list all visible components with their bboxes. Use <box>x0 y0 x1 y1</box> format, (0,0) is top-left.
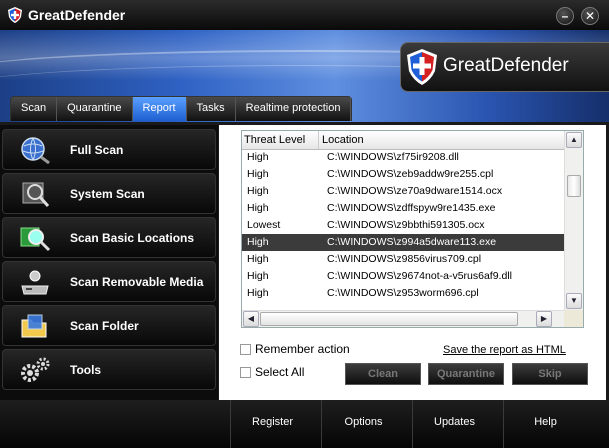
shield-logo-icon <box>8 7 22 23</box>
threat-location: C:\WINDOWS\zeb9addw9re255.cpl <box>327 168 494 180</box>
column-header-location[interactable]: Location <box>319 131 364 149</box>
threat-level: High <box>247 236 269 248</box>
scroll-left-button[interactable]: ◀ <box>243 311 259 327</box>
threat-location: C:\WINDOWS\z9674not-a-v5rus6af9.dll <box>327 270 512 282</box>
threat-location: C:\WINDOWS\z9bbthi591305.ocx <box>327 219 485 231</box>
list-rows: High C:\WINDOWS\zf75ir9208.dll High C:\W… <box>242 149 564 313</box>
shield-logo-icon <box>407 49 437 85</box>
system-magnifier-icon <box>22 182 50 207</box>
quarantine-button[interactable]: Quarantine <box>428 363 504 385</box>
sidebar-item-label: Full Scan <box>70 143 124 157</box>
sidebar-item-tools[interactable]: Tools <box>2 349 216 390</box>
threat-level: High <box>247 253 269 265</box>
threat-location: C:\WINDOWS\ze70a9dware1514.ocx <box>327 185 503 197</box>
globe-magnifier-icon <box>21 137 50 164</box>
sidebar-item-label: Tools <box>70 363 102 377</box>
table-row[interactable]: High C:\WINDOWS\zdffspyw9re1435.exe <box>242 200 564 217</box>
horizontal-scroll-thumb[interactable] <box>260 312 518 326</box>
threat-location: C:\WINDOWS\zf75ir9208.dll <box>327 151 459 163</box>
gears-icon <box>21 357 50 382</box>
removable-drive-icon <box>21 270 49 295</box>
table-row[interactable]: High C:\WINDOWS\zeb9addw9re255.cpl <box>242 166 564 183</box>
select-all-checkbox[interactable] <box>240 367 251 378</box>
column-header-threat-level[interactable]: Threat Level <box>242 131 319 149</box>
updates-button[interactable]: Updates <box>412 400 496 448</box>
vertical-scroll-thumb[interactable] <box>567 175 581 197</box>
scroll-corner <box>564 310 583 327</box>
sidebar-item-full-scan[interactable]: Full Scan <box>2 129 216 170</box>
select-all-label: Select All <box>255 365 305 379</box>
footer-bar: Register Options Updates Help <box>0 400 609 448</box>
sidebar-item-label: Scan Folder <box>70 319 139 333</box>
sidebar-item-label: System Scan <box>70 187 145 201</box>
threat-level: High <box>247 202 269 214</box>
sidebar-item-scan-basic-locations[interactable]: Scan Basic Locations <box>2 217 216 258</box>
folder-icon <box>21 314 47 338</box>
threat-level: Lowest <box>247 219 281 231</box>
header-banner: GreatDefender Scan Quarantine Report Tas… <box>0 30 609 122</box>
sidebar-item-label: Scan Removable Media <box>70 275 204 289</box>
threat-location: C:\WINDOWS\zdffspyw9re1435.exe <box>327 202 496 214</box>
threat-level: High <box>247 270 269 282</box>
table-row[interactable]: High C:\WINDOWS\ze70a9dware1514.ocx <box>242 183 564 200</box>
tab-realtime-protection[interactable]: Realtime protection <box>236 97 352 121</box>
table-row[interactable]: High C:\WINDOWS\zf75ir9208.dll <box>242 149 564 166</box>
remember-action-checkbox[interactable] <box>240 344 251 355</box>
clean-button[interactable]: Clean <box>345 363 421 385</box>
tab-scan[interactable]: Scan <box>11 97 58 121</box>
close-button[interactable]: ✕ <box>581 7 599 25</box>
table-row[interactable]: Lowest C:\WINDOWS\z9bbthi591305.ocx <box>242 217 564 234</box>
horizontal-scrollbar[interactable]: ◀ ▶ <box>242 310 564 327</box>
main-tabs: Scan Quarantine Report Tasks Realtime pr… <box>10 96 353 121</box>
brand-name: GreatDefender <box>443 55 569 76</box>
remember-action-label: Remember action <box>255 342 350 356</box>
register-button[interactable]: Register <box>230 400 314 448</box>
title-bar: GreatDefender – ✕ <box>0 0 609 30</box>
threat-level: High <box>247 151 269 163</box>
threat-location: C:\WINDOWS\z953worm696.cpl <box>327 287 479 299</box>
options-button[interactable]: Options <box>321 400 405 448</box>
scroll-down-button[interactable]: ▼ <box>566 293 582 309</box>
sidebar-item-system-scan[interactable]: System Scan <box>2 173 216 214</box>
table-row[interactable]: High C:\WINDOWS\z953worm696.cpl <box>242 285 564 302</box>
table-row-selected[interactable]: High C:\WINDOWS\z994a5dware113.exe <box>242 234 564 251</box>
location-magnifier-icon <box>20 227 51 252</box>
scroll-up-button[interactable]: ▲ <box>566 132 582 148</box>
minimize-button[interactable]: – <box>556 7 574 25</box>
threat-level: High <box>247 287 269 299</box>
threat-list[interactable]: Threat Level Location High C:\WINDOWS\zf… <box>241 130 584 328</box>
tab-tasks[interactable]: Tasks <box>187 97 236 121</box>
window-title: GreatDefender <box>28 7 126 23</box>
skip-button[interactable]: Skip <box>512 363 588 385</box>
threat-level: High <box>247 185 269 197</box>
list-header: Threat Level Location <box>242 131 564 150</box>
table-row[interactable]: High C:\WINDOWS\z9674not-a-v5rus6af9.dll <box>242 268 564 285</box>
report-panel: Threat Level Location High C:\WINDOWS\zf… <box>219 125 606 400</box>
threat-location: C:\WINDOWS\z9856virus709.cpl <box>327 253 482 265</box>
scroll-right-button[interactable]: ▶ <box>536 311 552 327</box>
tab-report[interactable]: Report <box>132 97 187 121</box>
help-button[interactable]: Help <box>503 400 587 448</box>
save-report-html-link[interactable]: Save the report as HTML <box>443 344 566 356</box>
threat-location: C:\WINDOWS\z994a5dware113.exe <box>327 236 497 248</box>
sidebar-item-scan-removable-media[interactable]: Scan Removable Media <box>2 261 216 302</box>
sidebar-item-scan-folder[interactable]: Scan Folder <box>2 305 216 346</box>
sidebar-item-label: Scan Basic Locations <box>70 231 195 245</box>
brand-badge: GreatDefender <box>400 42 609 92</box>
tab-quarantine[interactable]: Quarantine <box>57 97 133 121</box>
sidebar: Full Scan System Scan Scan Basic Locatio… <box>0 125 218 400</box>
threat-level: High <box>247 168 269 180</box>
vertical-scrollbar[interactable]: ▲ ▼ <box>564 131 583 311</box>
table-row[interactable]: High C:\WINDOWS\z9856virus709.cpl <box>242 251 564 268</box>
